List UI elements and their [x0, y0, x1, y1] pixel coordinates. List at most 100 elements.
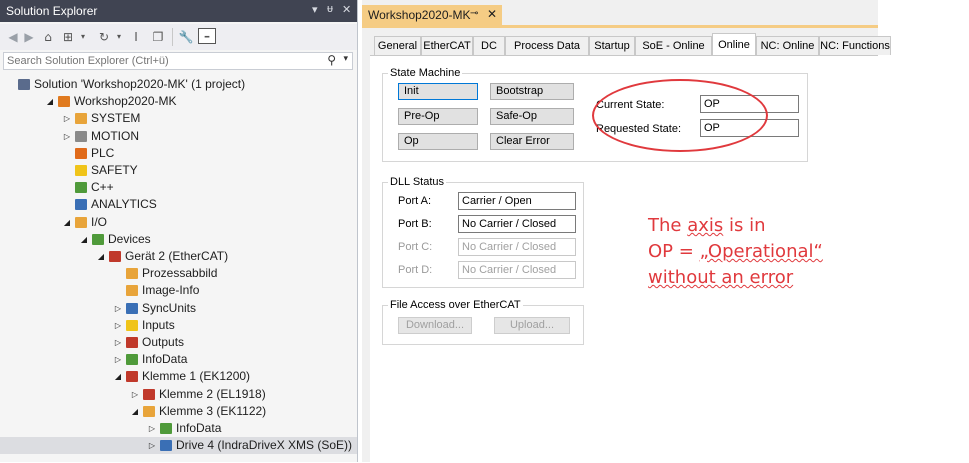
tree-node-label: ANALYTICS	[91, 197, 157, 211]
collapse-arrow-icon[interactable]: ◢	[79, 231, 89, 248]
expand-arrow-icon[interactable]: ▷	[147, 420, 157, 437]
tab-online[interactable]: Online	[712, 33, 756, 56]
tree-node[interactable]: ◢ I/O	[0, 214, 357, 231]
tree-node[interactable]: Prozessabbild	[0, 265, 357, 282]
tree-node-selected[interactable]: ▷ Drive 4 (IndraDriveX XMS (SoE))	[0, 437, 357, 454]
search-options-dropdown-icon[interactable]: ▾	[343, 54, 348, 64]
tree-node[interactable]: ◢ Klemme 1 (EK1200)	[0, 368, 357, 385]
properties-wrench-icon[interactable]: 🔧	[178, 28, 194, 46]
tree-node[interactable]: ▷ Inputs	[0, 317, 357, 334]
tree-node[interactable]: C++	[0, 179, 357, 196]
tree-node-label: InfoData	[176, 421, 222, 435]
close-tab-icon[interactable]: ✕	[487, 7, 497, 21]
forward-icon[interactable]: ▶	[22, 28, 36, 46]
collapse-arrow-icon[interactable]: ◢	[113, 368, 123, 385]
solution-icon	[18, 79, 30, 90]
init-button[interactable]: Init	[398, 83, 478, 100]
motion-icon	[75, 131, 87, 142]
process-image-icon	[126, 268, 138, 279]
pre-op-button[interactable]: Pre-Op	[398, 108, 478, 125]
tab-general[interactable]: General	[374, 36, 421, 55]
tree-node[interactable]: ▷ MOTION	[0, 128, 357, 145]
tree-node[interactable]: Solution 'Workshop2020-MK' (1 project)	[0, 76, 357, 93]
cursor-icon: I	[134, 30, 138, 44]
expand-arrow-icon[interactable]: ▷	[113, 300, 123, 317]
tab-startup[interactable]: Startup	[589, 36, 635, 55]
tab-nc-online[interactable]: NC: Online	[756, 36, 819, 55]
tree-node[interactable]: ▷ Outputs	[0, 334, 357, 351]
home-icon[interactable]: ⌂	[40, 28, 56, 46]
pending-changes-icon[interactable]: ↻	[96, 28, 112, 46]
port-status-field: No Carrier / Closed	[458, 261, 576, 279]
terminal-icon	[143, 406, 155, 417]
tab-nc-functions[interactable]: NC: Functions	[819, 36, 891, 55]
tree-node[interactable]: ▷ Klemme 2 (EL1918)	[0, 386, 357, 403]
tree-node[interactable]: ◢ Gerät 2 (EtherCAT)	[0, 248, 357, 265]
close-panel-icon[interactable]: ✕	[342, 3, 351, 16]
expand-arrow-icon[interactable]: ▷	[113, 351, 123, 368]
collapse-arrow-icon[interactable]: ◢	[96, 248, 106, 265]
back-icon[interactable]: ◀	[6, 28, 20, 46]
tree-node[interactable]: ▷ SYSTEM	[0, 110, 357, 127]
op-button[interactable]: Op	[398, 133, 478, 150]
tab-process-data[interactable]: Process Data	[505, 36, 589, 55]
solution-explorer-toolbar: ◀ ▶ ⌂ ⊞ ▾ ↻ ▾ I ❐ 🔧 –	[0, 24, 357, 50]
switch-views-icon[interactable]: ⊞	[60, 28, 76, 46]
expand-arrow-icon[interactable]: ▷	[62, 128, 72, 145]
tree-node-label: Devices	[108, 232, 151, 246]
tab-dc[interactable]: DC	[473, 36, 505, 55]
dll-status-legend: DLL Status	[390, 176, 445, 188]
expand-arrow-icon[interactable]: ▷	[113, 317, 123, 334]
tree-node[interactable]: PLC	[0, 145, 357, 162]
tree-node[interactable]: ANALYTICS	[0, 196, 357, 213]
collapse-arrow-icon[interactable]: ◢	[130, 403, 140, 420]
auto-hide-pin-icon[interactable]: ᵾ	[327, 3, 333, 15]
expand-arrow-icon[interactable]: ▷	[62, 110, 72, 127]
pin-tab-icon[interactable]: ⊸	[470, 8, 478, 19]
port-status-field: No Carrier / Closed	[458, 238, 576, 256]
tree-node[interactable]: SAFETY	[0, 162, 357, 179]
preview-selected-icon[interactable]: –	[198, 28, 216, 44]
terminal-icon	[143, 389, 155, 400]
solution-explorer-search[interactable]: ⚲ ▾	[3, 52, 353, 70]
image-info-icon	[126, 285, 138, 296]
upload-button[interactable]: Upload...	[494, 317, 570, 334]
annotation-text: The axis is in OP = „Operational“ withou…	[648, 213, 823, 291]
port-label: Port A:	[398, 195, 432, 207]
bootstrap-button[interactable]: Bootstrap	[490, 83, 574, 100]
search-input[interactable]	[7, 54, 325, 68]
tree-node[interactable]: ◢ Workshop2020-MK	[0, 93, 357, 110]
search-icon[interactable]: ⚲	[327, 53, 336, 67]
tree-node[interactable]: ◢ Devices	[0, 231, 357, 248]
tree-node[interactable]: ▷ InfoData	[0, 351, 357, 368]
annotation-operational-word: „Operational“	[699, 241, 823, 262]
expand-arrow-icon[interactable]: ▷	[130, 386, 140, 403]
solution-explorer-panel: Solution Explorer ▾ ᵾ ✕ ◀ ▶ ⌂ ⊞ ▾ ↻ ▾ I …	[0, 0, 358, 462]
tab-soe-online[interactable]: SoE - Online	[635, 36, 712, 55]
safe-op-button[interactable]: Safe-Op	[490, 108, 574, 125]
expand-arrow-icon[interactable]: ▷	[147, 437, 157, 454]
tab-ethercat[interactable]: EtherCAT	[421, 36, 473, 55]
collapse-arrow-icon[interactable]: ◢	[45, 93, 55, 110]
document-tab[interactable]: Workshop2020-MK ⊸ ✕	[362, 5, 502, 25]
clear-error-button[interactable]: Clear Error	[490, 133, 574, 150]
port-status-field: No Carrier / Closed	[458, 215, 576, 233]
tree-node-label: MOTION	[91, 129, 139, 143]
tree-node-label: Drive 4 (IndraDriveX XMS (SoE))	[176, 438, 353, 452]
state-machine-legend: State Machine	[390, 67, 461, 79]
collapse-all-icon[interactable]: ❐	[150, 28, 166, 46]
chevron-down-icon[interactable]: ▾	[78, 28, 88, 46]
tree-node[interactable]: ◢ Klemme 3 (EK1122)	[0, 403, 357, 420]
tree-node[interactable]: ▷ SyncUnits	[0, 300, 357, 317]
window-position-dropdown-icon[interactable]: ▾	[312, 3, 318, 16]
download-button[interactable]: Download...	[398, 317, 472, 334]
collapse-arrow-icon[interactable]: ◢	[62, 214, 72, 231]
safety-icon	[75, 165, 87, 176]
solution-tree: Solution 'Workshop2020-MK' (1 project) ◢ W…	[0, 76, 357, 462]
expand-arrow-icon[interactable]: ▷	[113, 334, 123, 351]
tree-node[interactable]: ▷ InfoData	[0, 420, 357, 437]
chevron-down-icon[interactable]: ▾	[114, 28, 124, 46]
infodata-icon	[160, 423, 172, 434]
tree-node[interactable]: Image-Info	[0, 282, 357, 299]
tree-node-label: Klemme 2 (EL1918)	[159, 387, 266, 401]
